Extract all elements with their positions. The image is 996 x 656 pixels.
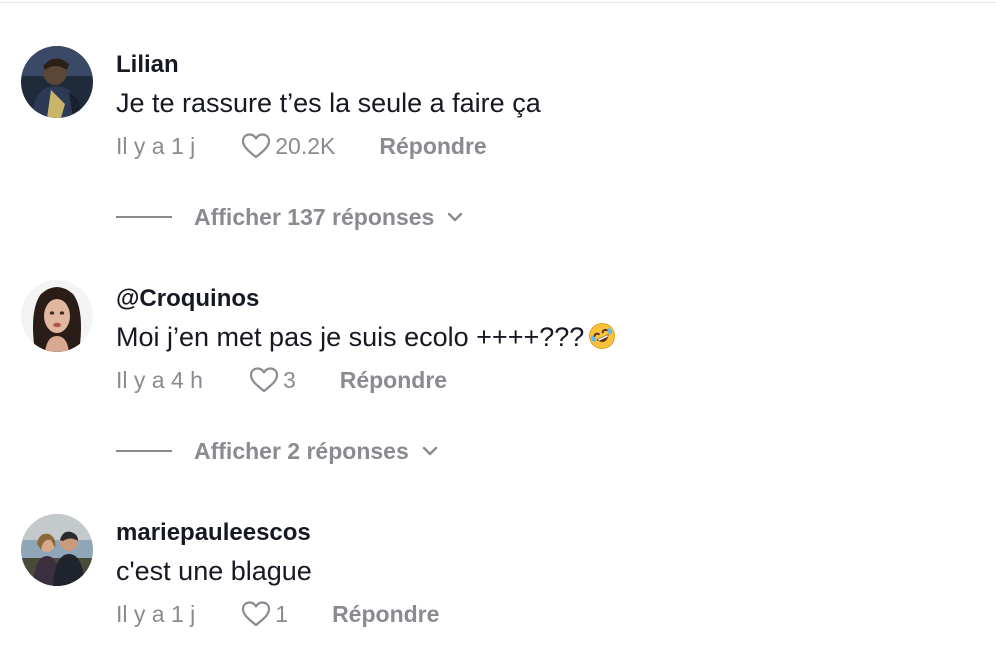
comment-meta: Il y a 4 h 3 Répondre	[116, 365, 447, 395]
heart-outline-icon	[249, 367, 279, 393]
comment-username[interactable]: mariepauleescos	[116, 519, 311, 547]
comment-meta: Il y a 1 j 1 Répondre	[116, 599, 439, 629]
comment-text: Je te rassure t’es la seule a faire ça	[116, 88, 541, 118]
view-replies-label: Afficher 137 réponses	[194, 203, 435, 230]
avatar[interactable]	[21, 280, 93, 352]
divider-line	[116, 216, 172, 218]
like-button[interactable]: 1	[241, 600, 288, 628]
heart-outline-icon	[242, 133, 271, 159]
chevron-down-icon	[422, 446, 437, 456]
chevron-down-icon	[448, 212, 463, 222]
avatar-image	[21, 514, 93, 586]
view-replies-label: Afficher 2 réponses	[194, 437, 409, 464]
avatar-image	[21, 280, 93, 352]
like-button[interactable]: 20.2K	[241, 132, 335, 160]
rolling-on-floor-laughing-emoji	[589, 323, 616, 349]
comment-text-content: Moi j’en met pas je suis ecolo ++++???	[116, 322, 585, 352]
comment-meta: Il y a 1 j 20.2K Répondre	[116, 131, 487, 161]
comment-username[interactable]: Lilian	[116, 51, 179, 79]
like-count: 3	[282, 366, 296, 393]
comment-text: Moi j’en met pas je suis ecolo ++++???	[116, 322, 616, 353]
like-button[interactable]: 3	[249, 366, 296, 394]
comment-username[interactable]: @Croquinos	[116, 285, 259, 313]
like-count: 1	[275, 600, 289, 627]
avatar[interactable]	[21, 46, 93, 118]
view-replies-button[interactable]: Afficher 137 réponses	[116, 202, 464, 232]
like-count: 20.2K	[275, 132, 336, 159]
comment-time: Il y a 4 h	[116, 366, 203, 393]
reply-button[interactable]: Répondre	[340, 367, 447, 394]
divider-line	[116, 450, 172, 452]
top-divider	[0, 2, 996, 3]
reply-button[interactable]: Répondre	[332, 601, 439, 628]
reply-button[interactable]: Répondre	[379, 133, 486, 160]
avatar-image	[21, 46, 93, 118]
comment-time: Il y a 1 j	[116, 132, 196, 159]
avatar[interactable]	[21, 514, 93, 586]
view-replies-button[interactable]: Afficher 2 réponses	[116, 436, 439, 466]
comment-text: c'est une blague	[116, 556, 312, 586]
comment-time: Il y a 1 j	[116, 600, 196, 627]
heart-outline-icon	[242, 601, 271, 627]
